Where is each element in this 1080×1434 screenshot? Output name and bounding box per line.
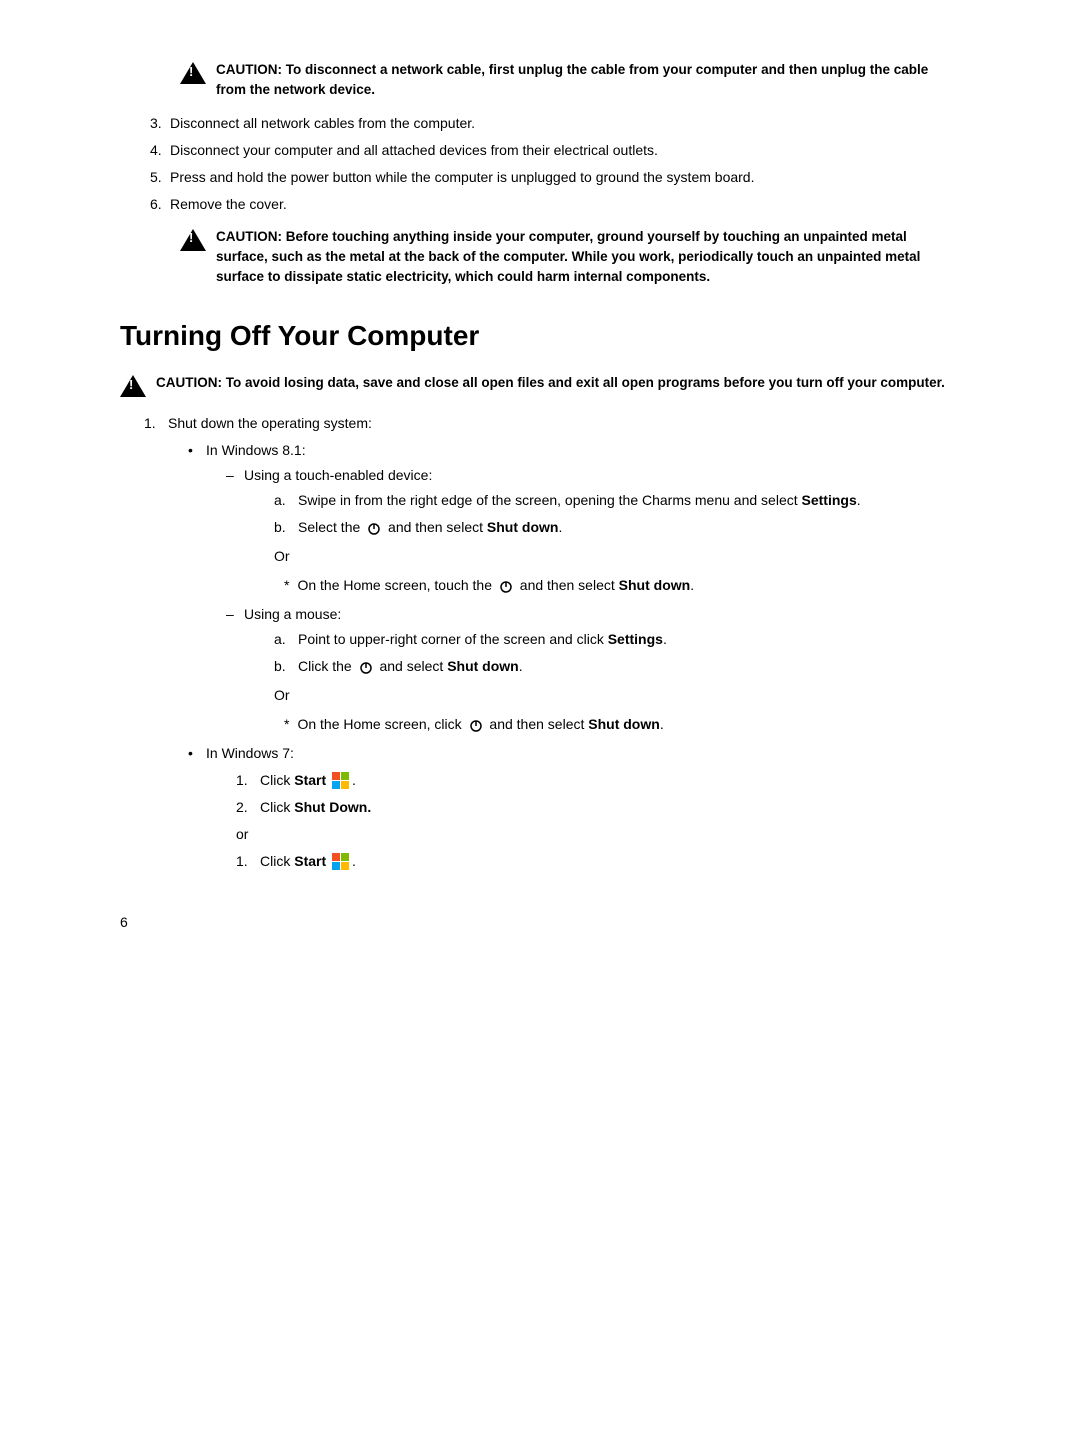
os-list: In Windows 8.1: Using a touch-enabled de… (168, 440, 960, 872)
steps-list-top: 3. Disconnect all network cables from th… (120, 113, 960, 215)
step-5: 5. Press and hold the power button while… (150, 167, 960, 188)
mouse-b-item: Click the and select Shut down. (274, 656, 960, 677)
windows-icon-2 (332, 853, 350, 871)
step-4: 4. Disconnect your computer and all atta… (150, 140, 960, 161)
section-title: Turning Off Your Computer (120, 315, 960, 357)
mouse-a-text: Point to upper-right corner of the scree… (298, 631, 604, 647)
win7-step-1: Click Start . (236, 770, 960, 791)
win7-step2-bold: Shut Down. (294, 799, 371, 815)
step-3-text: Disconnect all network cables from the c… (170, 115, 475, 131)
page-number: 6 (120, 912, 960, 933)
mouse-alpha-list: Point to upper-right corner of the scree… (244, 629, 960, 677)
touch-b-bold: Shut down (487, 519, 559, 535)
caution-dataloss-strong: CAUTION: To avoid losing data, save and … (156, 375, 945, 390)
star1-prefix: On the Home screen, touch the (297, 577, 492, 593)
touch-a-text: Swipe in from the right edge of the scre… (298, 492, 798, 508)
star2-prefix: On the Home screen, click (297, 716, 461, 732)
star-2-content: On the Home screen, click and then selec… (297, 714, 663, 735)
touch-a-item: Swipe in from the right edge of the scre… (274, 490, 960, 511)
win7-alt1-prefix: Click (260, 853, 290, 869)
mouse-label: Using a mouse: (244, 606, 341, 622)
caution-triangle-icon (180, 62, 206, 84)
win7-step2-prefix: Click (260, 799, 290, 815)
or-1: Or (244, 546, 960, 567)
caution-dataloss-icon (120, 375, 146, 397)
touch-label: Using a touch-enabled device: (244, 467, 432, 483)
mouse-a-bold: Settings (608, 631, 663, 647)
star-1-content: On the Home screen, touch the and then s… (297, 575, 694, 596)
star-bullet-2: * (284, 714, 289, 735)
star1-suffix: and then select (520, 577, 615, 593)
touch-b-item: Select the and then select Shut down. (274, 517, 960, 538)
star2-bold: Shut down (588, 716, 660, 732)
step-5-text: Press and hold the power button while th… (170, 169, 754, 185)
step-6-text: Remove the cover. (170, 196, 287, 212)
power-icon-4 (468, 717, 484, 733)
star-1: * On the Home screen, touch the and the (244, 575, 960, 596)
mouse-b-bold: Shut down (447, 658, 519, 674)
caution-network-box: CAUTION: To disconnect a network cable, … (180, 60, 960, 101)
caution-grounding-strong: CAUTION: Before touching anything inside… (216, 229, 920, 285)
star-bullet-1: * (284, 575, 289, 596)
win7-alt1-end: . (352, 853, 356, 869)
win7-step1-end: . (352, 772, 356, 788)
touch-dash-list: Using a touch-enabled device: Swipe in f… (206, 465, 960, 735)
windows81-label: In Windows 8.1: (206, 442, 306, 458)
step-1-text: Shut down the operating system: (168, 415, 372, 431)
step-4-text: Disconnect your computer and all attache… (170, 142, 658, 158)
mouse-a-end: . (663, 631, 667, 647)
win7-step1-bold: Start (294, 772, 326, 788)
power-icon-1 (366, 520, 382, 536)
touch-b-end: . (558, 519, 562, 535)
win7-alt1-bold: Start (294, 853, 326, 869)
win7-step1-prefix: Click (260, 772, 290, 788)
win7-step-2: Click Shut Down. (236, 797, 960, 818)
or-2: Or (244, 685, 960, 706)
win7-alt-step-1: Click Start . (236, 851, 960, 872)
win7-steps: Click Start . Click (206, 770, 960, 818)
caution-network-strong: CAUTION: To disconnect a network cable, … (216, 62, 928, 97)
touch-device-item: Using a touch-enabled device: Swipe in f… (226, 465, 960, 596)
step-3: 3. Disconnect all network cables from th… (150, 113, 960, 134)
main-steps: Shut down the operating system: In Windo… (120, 413, 960, 872)
mouse-b-end: . (519, 658, 523, 674)
mouse-item: Using a mouse: Point to upper-right corn… (226, 604, 960, 735)
mouse-a-item: Point to upper-right corner of the scree… (274, 629, 960, 650)
windows7-item: In Windows 7: Click Start (188, 743, 960, 872)
windows81-item: In Windows 8.1: Using a touch-enabled de… (188, 440, 960, 735)
caution-data-loss-box: CAUTION: To avoid losing data, save and … (120, 373, 960, 397)
power-icon-3 (358, 659, 374, 675)
caution-grounding-icon (180, 229, 206, 251)
touch-a-end: . (857, 492, 861, 508)
star1-bold: Shut down (619, 577, 691, 593)
step-6: 6. Remove the cover. (150, 194, 960, 215)
caution-grounding-box: CAUTION: Before touching anything inside… (180, 227, 960, 288)
or-3: or (206, 824, 960, 845)
star2-end: . (660, 716, 664, 732)
win7-alt-steps: Click Start . (206, 851, 960, 872)
caution-grounding-text: CAUTION: Before touching anything inside… (216, 227, 960, 288)
touch-alpha-list: Swipe in from the right edge of the scre… (244, 490, 960, 538)
mouse-b-suffix: and select (379, 658, 443, 674)
star1-end: . (690, 577, 694, 593)
windows7-label: In Windows 7: (206, 745, 294, 761)
star-2: * On the Home screen, click and then se (244, 714, 960, 735)
step-1: Shut down the operating system: In Windo… (144, 413, 960, 872)
windows-icon-1 (332, 772, 350, 790)
touch-a-bold: Settings (802, 492, 857, 508)
power-icon-2 (498, 578, 514, 594)
caution-network-text: CAUTION: To disconnect a network cable, … (216, 60, 960, 101)
caution-dataloss-text: CAUTION: To avoid losing data, save and … (156, 373, 945, 393)
touch-b-suffix: and then select (388, 519, 483, 535)
touch-b-prefix: Select the (298, 519, 360, 535)
mouse-b-prefix: Click the (298, 658, 352, 674)
star2-suffix: and then select (489, 716, 584, 732)
